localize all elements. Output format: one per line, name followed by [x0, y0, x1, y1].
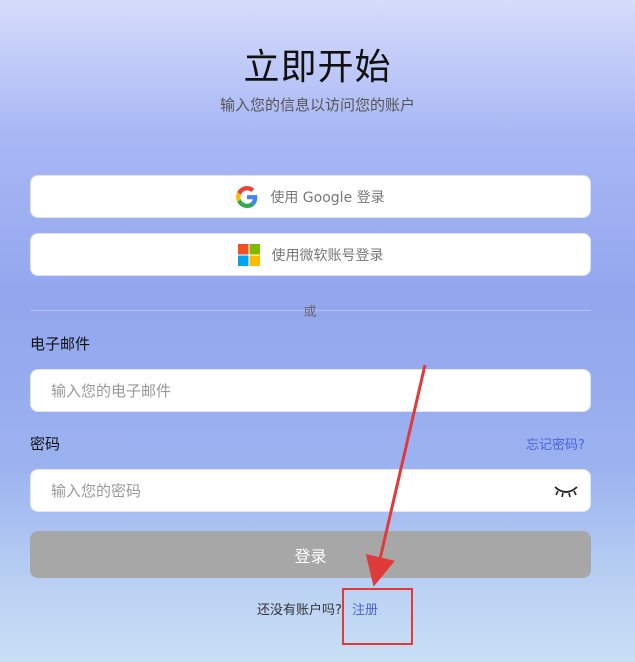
microsoft-sign-in-button[interactable]: 使用微软账号登录: [30, 233, 591, 276]
signup-prompt: 还没有账户吗?: [257, 603, 342, 618]
microsoft-sign-in-label: 使用微软账号登录: [271, 247, 384, 264]
password-label: 密码: [30, 435, 61, 453]
google-icon: [236, 185, 258, 208]
email-field[interactable]: [30, 369, 591, 412]
signup-row: 还没有账户吗? 注册: [0, 599, 635, 618]
google-sign-in-label: 使用 Google 登录: [270, 189, 385, 206]
google-sign-in-button[interactable]: 使用 Google 登录: [30, 175, 591, 218]
microsoft-icon: [237, 243, 260, 266]
email-label: 电子邮件: [30, 335, 91, 353]
forgot-password-link[interactable]: 忘记密码?: [526, 434, 585, 453]
page-subtitle: 输入您的信息以访问您的账户: [219, 96, 415, 114]
password-field[interactable]: [30, 469, 591, 512]
divider-or-text: 或: [303, 305, 317, 320]
login-button[interactable]: 登录: [30, 531, 591, 578]
signup-link[interactable]: 注册: [352, 603, 378, 618]
page-title: 立即开始: [243, 47, 392, 88]
eye-closed-icon[interactable]: [553, 482, 579, 500]
login-button-label: 登录: [294, 546, 327, 566]
